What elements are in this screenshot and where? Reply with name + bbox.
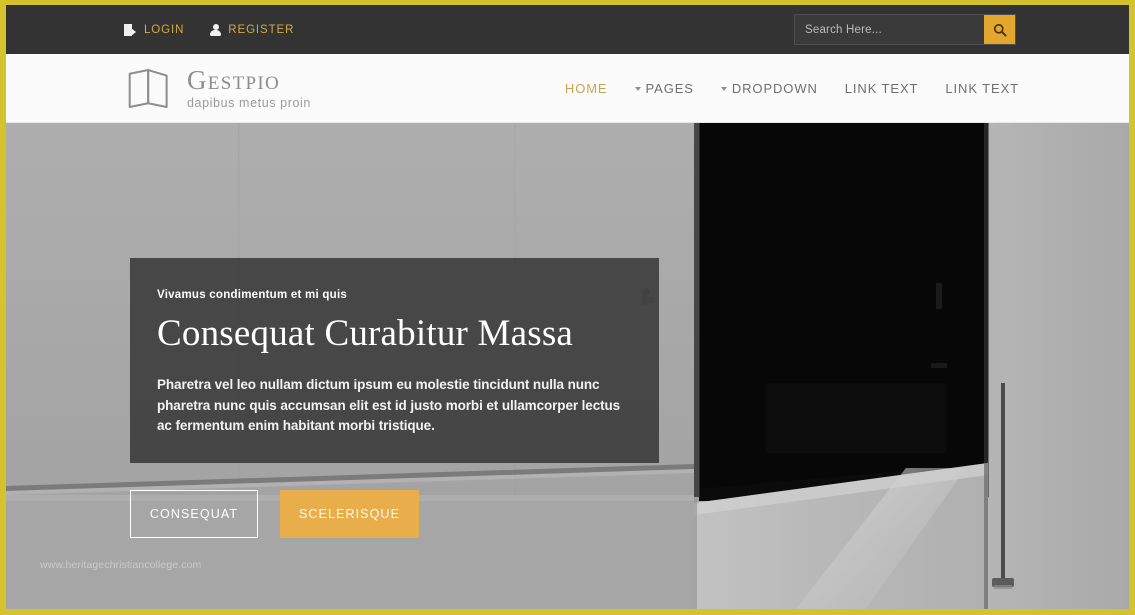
login-link[interactable]: LOGIN [124, 23, 185, 36]
consequat-button[interactable]: CONSEQUAT [130, 490, 258, 538]
nav-item-pages[interactable]: PAGES [634, 80, 694, 96]
chevron-down-icon [720, 86, 727, 91]
top-utility-links: LOGIN REGISTER [124, 23, 295, 36]
folded-map-icon [128, 68, 168, 108]
user-icon [210, 23, 222, 36]
search-button[interactable] [984, 15, 1015, 44]
nav-label-home: HOME [564, 80, 608, 96]
top-utility-bar: LOGIN REGISTER [6, 5, 1129, 54]
search-input[interactable] [795, 15, 984, 44]
login-label: LOGIN [144, 23, 185, 36]
hero-eyebrow: Vivamus condimentum et mi quis [157, 289, 348, 301]
page-root: LOGIN REGISTER Search Here... Gestpio da… [0, 0, 1135, 615]
search-box[interactable] [794, 14, 1016, 45]
main-header: Gestpio dapibus metus proin HOME PAGES D… [6, 54, 1129, 123]
nav-label-pages: PAGES [645, 80, 694, 96]
brand-text: Gestpio dapibus metus proin [187, 64, 311, 110]
nav-label-dropdown: DROPDOWN [731, 80, 818, 96]
search-icon [993, 23, 1007, 37]
hero-button-group: CONSEQUAT SCELERISQUE [130, 490, 419, 538]
scelerisque-button[interactable]: SCELERISQUE [280, 490, 419, 538]
nav-item-home[interactable]: HOME [565, 81, 608, 96]
brand-logo[interactable]: Gestpio dapibus metus proin [126, 66, 311, 111]
hero-description: Pharetra vel leo nullam dictum ipsum eu … [157, 377, 621, 434]
nav-item-link-text-1[interactable]: LINK TEXT [845, 81, 919, 96]
primary-navigation: HOME PAGES DROPDOWN LINK TEXT LINK TEXT [565, 81, 1019, 96]
chevron-down-icon [634, 86, 641, 91]
nav-label-link-2: LINK TEXT [945, 80, 1019, 96]
hero-text-card: Vivamus condimentum et mi quis Consequat… [130, 258, 659, 463]
hero-title: Consequat Curabitur Massa [157, 313, 574, 354]
brand-name: Gestpio [187, 64, 280, 95]
nav-label-link-1: LINK TEXT [844, 80, 919, 96]
register-link[interactable]: REGISTER [210, 23, 295, 36]
register-label: REGISTER [228, 23, 295, 36]
watermark-url: www.heritagechristiancollege.com [40, 559, 202, 571]
hero-banner: Vivamus condimentum et mi quis Consequat… [6, 123, 1129, 609]
site-frame: LOGIN REGISTER Search Here... Gestpio da… [6, 5, 1129, 609]
login-arrow-icon [124, 23, 137, 36]
nav-item-dropdown[interactable]: DROPDOWN [720, 80, 818, 96]
hero-content: Vivamus condimentum et mi quis Consequat… [6, 123, 1129, 609]
brand-tagline: dapibus metus proin [187, 95, 311, 110]
nav-item-link-text-2[interactable]: LINK TEXT [945, 81, 1019, 96]
